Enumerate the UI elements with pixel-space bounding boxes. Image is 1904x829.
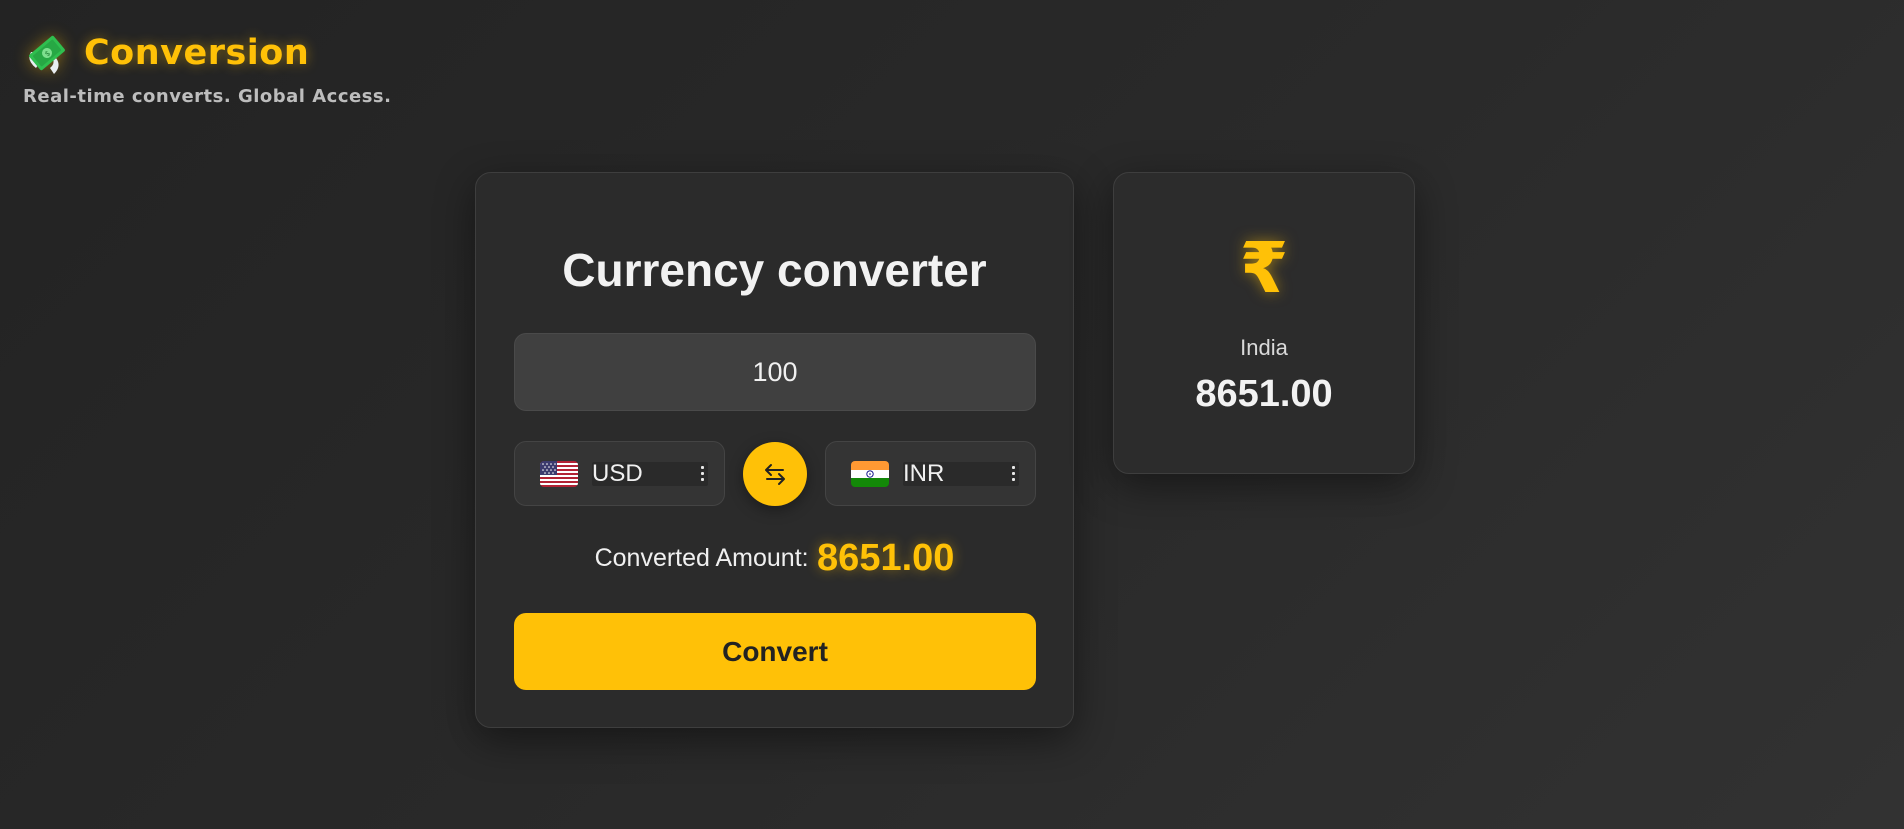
converter-title: Currency converter (562, 244, 987, 296)
to-currency-select[interactable]: INR (825, 441, 1036, 506)
country-converted-value: 8651.00 (1195, 373, 1333, 415)
dropdown-arrows-icon (1012, 465, 1015, 483)
dropdown-arrows-icon (701, 465, 704, 483)
brand-header: $ Conversion Real-time converts. Global … (22, 28, 391, 107)
converter-card: Currency converter USD (475, 172, 1074, 728)
to-currency-label: INR (903, 459, 945, 487)
converted-amount-row: Converted Amount: 8651.00 (476, 537, 1073, 580)
to-currency-dropdown[interactable]: INR (903, 459, 1019, 487)
from-currency-label: USD (592, 459, 643, 487)
converted-amount-label: Converted Amount: (594, 544, 809, 572)
india-flag-icon (851, 460, 889, 487)
convert-button[interactable]: Convert (514, 613, 1036, 690)
from-currency-select[interactable]: USD (514, 441, 725, 506)
rupee-icon: ₹ (1239, 227, 1289, 309)
us-flag-icon (540, 460, 578, 487)
from-currency-dropdown[interactable]: USD (592, 459, 708, 487)
country-card: ₹ India 8651.00 (1113, 172, 1415, 474)
brand-tagline: Real-time converts. Global Access. (23, 86, 392, 107)
country-name: India (1240, 335, 1288, 360)
money-with-wings-icon: $ (22, 28, 72, 78)
amount-input[interactable] (514, 333, 1036, 411)
swap-currencies-button[interactable] (743, 442, 807, 506)
swap-arrows-icon (765, 464, 785, 485)
converted-amount-value: 8651.00 (817, 537, 955, 579)
brand-title: Conversion (84, 33, 310, 73)
